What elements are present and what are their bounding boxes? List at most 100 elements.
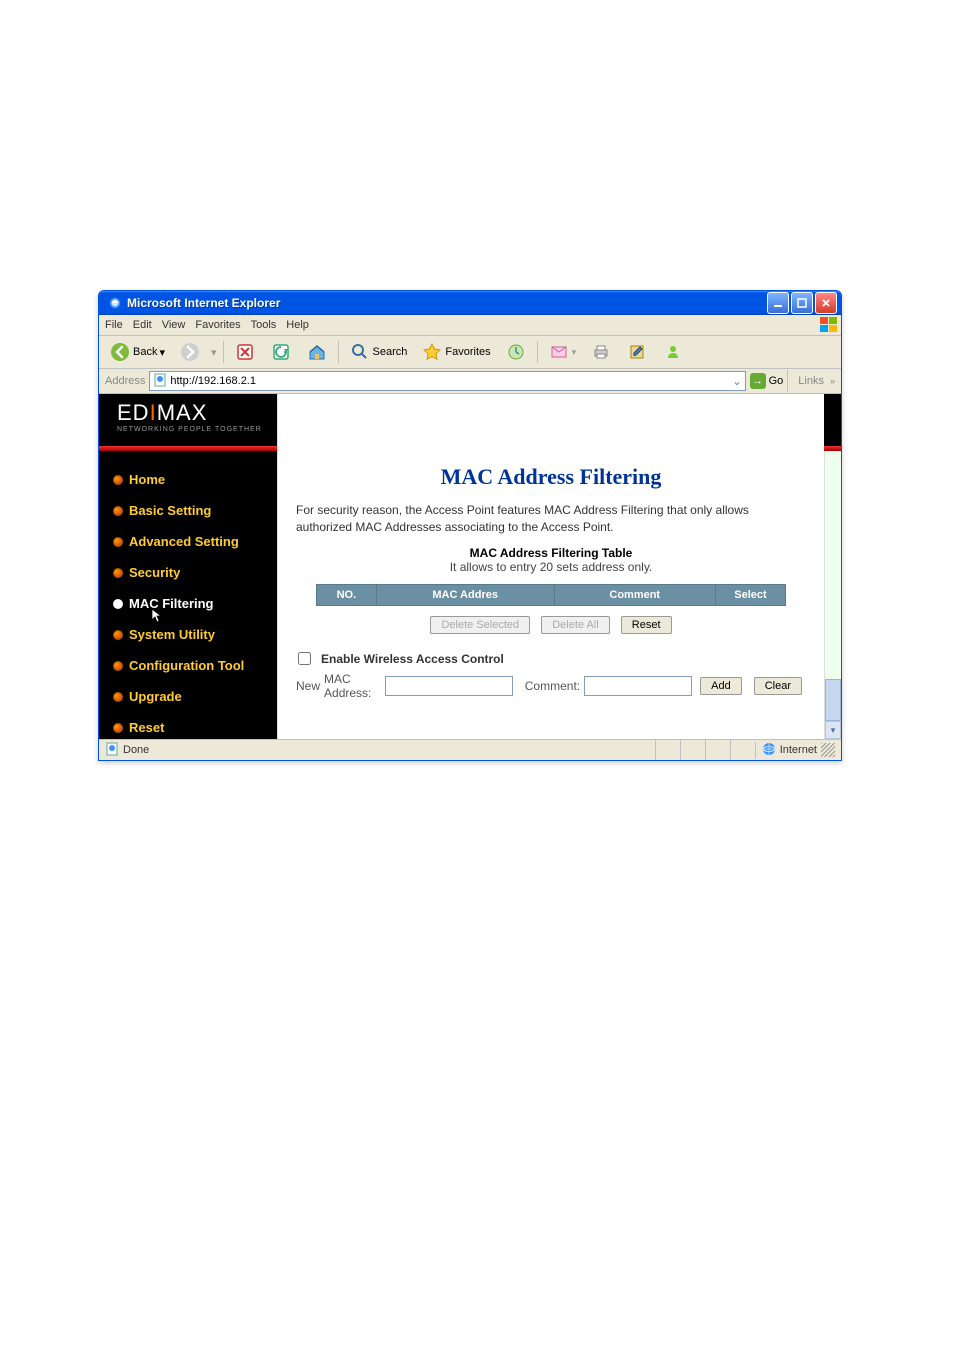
windows-flag-icon xyxy=(817,316,841,334)
nav-mac-filtering[interactable]: MAC Filtering xyxy=(99,588,277,619)
status-text: Done xyxy=(123,744,149,756)
clear-button[interactable]: Clear xyxy=(754,677,802,695)
menu-edit[interactable]: Edit xyxy=(133,319,152,331)
page-description: For security reason, the Access Point fe… xyxy=(296,502,806,536)
titlebar: Microsoft Internet Explorer xyxy=(99,291,841,315)
address-dropdown-icon[interactable]: ⌄ xyxy=(732,375,741,388)
browser-window: Microsoft Internet Explorer File Edit Vi… xyxy=(98,290,842,761)
page-heading: MAC Address Filtering xyxy=(296,464,806,490)
nav-upgrade[interactable]: Upgrade xyxy=(99,681,277,712)
ie-icon xyxy=(108,296,122,310)
forward-button[interactable] xyxy=(175,339,205,365)
comment-input[interactable] xyxy=(584,676,692,696)
chevron-down-icon: ▾ xyxy=(572,347,577,358)
toolbar-separator xyxy=(537,341,538,363)
minimize-button[interactable] xyxy=(767,292,789,314)
col-comment: Comment xyxy=(554,584,715,605)
delete-selected-button[interactable]: Delete Selected xyxy=(430,616,530,634)
enable-acl-label: Enable Wireless Access Control xyxy=(321,652,504,666)
bullet-icon xyxy=(113,537,123,547)
zone-text: Internet xyxy=(780,744,817,756)
messenger-icon xyxy=(662,341,684,363)
bullet-icon xyxy=(113,661,123,671)
favorites-button[interactable]: Favorites xyxy=(417,339,494,365)
access-control-section: Enable Wireless Access Control New MAC A… xyxy=(296,652,806,700)
scroll-down-icon[interactable]: ▾ xyxy=(825,721,841,739)
reset-button[interactable]: Reset xyxy=(621,616,672,634)
back-icon xyxy=(109,341,131,363)
maximize-button[interactable] xyxy=(791,292,813,314)
table-title: MAC Address Filtering Table xyxy=(296,546,806,560)
mail-button[interactable]: ▾ xyxy=(544,339,581,365)
new-row-label: New xyxy=(296,679,320,693)
nav-system-utility[interactable]: System Utility xyxy=(99,619,277,650)
go-button[interactable]: → Go xyxy=(750,373,784,389)
search-icon xyxy=(349,341,371,363)
edit-button[interactable] xyxy=(622,339,652,365)
menu-file[interactable]: File xyxy=(105,319,123,331)
menu-view[interactable]: View xyxy=(162,319,186,331)
back-button[interactable]: Back ▾ xyxy=(105,339,169,365)
mac-address-input[interactable] xyxy=(385,676,513,696)
url-text: http://192.168.2.1 xyxy=(170,375,256,387)
toolbar-separator xyxy=(338,341,339,363)
print-icon xyxy=(590,341,612,363)
page-icon xyxy=(153,373,167,390)
history-icon xyxy=(505,341,527,363)
page-icon xyxy=(105,742,119,759)
bullet-icon xyxy=(113,568,123,578)
nav-home[interactable]: Home xyxy=(99,464,277,495)
mac-address-label: MAC Address: xyxy=(324,672,381,700)
bullet-icon xyxy=(113,630,123,640)
links-label[interactable]: Links xyxy=(798,375,824,387)
content-area: EDIMAX NETWORKING PEOPLE TOGETHER Home B… xyxy=(99,394,841,739)
scroll-track[interactable] xyxy=(825,412,841,679)
table-note: It allows to entry 20 sets address only. xyxy=(296,560,806,574)
nav-configuration-tool[interactable]: Configuration Tool xyxy=(99,650,277,681)
enable-acl-checkbox[interactable] xyxy=(298,652,311,665)
menu-help[interactable]: Help xyxy=(286,319,309,331)
stop-button[interactable] xyxy=(230,339,260,365)
cursor-icon xyxy=(151,608,167,624)
messenger-button[interactable] xyxy=(658,339,688,365)
col-mac: MAC Addres xyxy=(376,584,554,605)
window-title: Microsoft Internet Explorer xyxy=(127,296,767,310)
bullet-icon xyxy=(113,692,123,702)
menu-tools[interactable]: Tools xyxy=(251,319,277,331)
refresh-icon xyxy=(270,341,292,363)
toolbar: Back ▾ ▾ Search Favorites ▾ xyxy=(99,336,841,369)
col-select: Select xyxy=(715,584,785,605)
nav-advanced-setting[interactable]: Advanced Setting xyxy=(99,526,277,557)
bullet-icon xyxy=(113,506,123,516)
print-button[interactable] xyxy=(586,339,616,365)
main-panel: MAC Address Filtering For security reaso… xyxy=(277,394,824,739)
nav-security[interactable]: Security xyxy=(99,557,277,588)
home-button[interactable] xyxy=(302,339,332,365)
refresh-button[interactable] xyxy=(266,339,296,365)
edit-icon xyxy=(626,341,648,363)
close-button[interactable] xyxy=(815,292,837,314)
bullet-icon xyxy=(113,475,123,485)
nav-reset[interactable]: Reset xyxy=(99,712,277,743)
mail-icon xyxy=(548,341,570,363)
resize-grip[interactable] xyxy=(821,743,835,757)
scroll-thumb[interactable] xyxy=(825,679,841,721)
history-button[interactable] xyxy=(501,339,531,365)
forward-icon xyxy=(179,341,201,363)
address-input[interactable]: http://192.168.2.1 ⌄ xyxy=(149,371,745,391)
col-no: NO. xyxy=(317,584,377,605)
toolbar-separator xyxy=(223,341,224,363)
addressbar: Address http://192.168.2.1 ⌄ → Go Links … xyxy=(99,369,841,394)
go-arrow-icon: → xyxy=(750,373,766,389)
dropdown-caret-icon: ▾ xyxy=(211,346,217,359)
bullet-icon xyxy=(113,723,123,733)
menu-favorites[interactable]: Favorites xyxy=(195,319,240,331)
bullet-icon xyxy=(113,599,123,609)
address-label: Address xyxy=(105,375,145,387)
nav-basic-setting[interactable]: Basic Setting xyxy=(99,495,277,526)
delete-all-button[interactable]: Delete All xyxy=(541,616,609,634)
search-button[interactable]: Search xyxy=(345,339,412,365)
chevron-down-icon: ▾ xyxy=(159,346,165,359)
add-button[interactable]: Add xyxy=(700,677,742,695)
internet-zone-icon xyxy=(762,742,776,759)
